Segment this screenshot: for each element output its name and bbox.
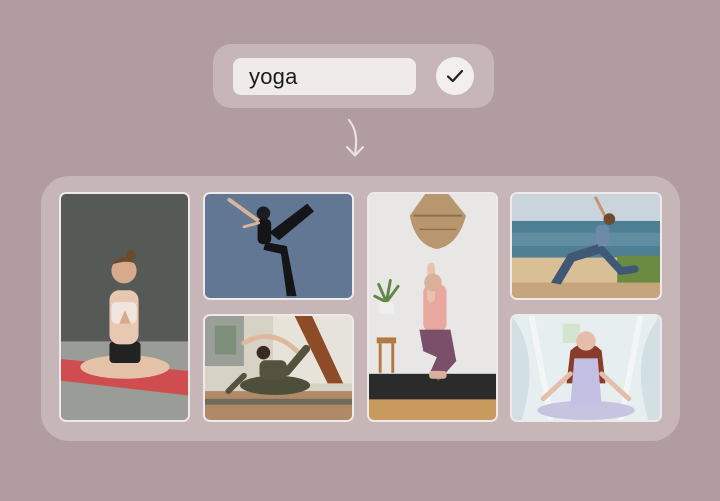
search-input[interactable]: yoga (233, 58, 416, 95)
gallery-image-4[interactable] (510, 192, 662, 300)
gallery-image-2[interactable] (203, 192, 354, 300)
arrow-down-icon (345, 118, 365, 157)
gallery-image-5[interactable] (203, 314, 354, 422)
image-gallery (41, 176, 680, 441)
search-bar: yoga (213, 44, 494, 108)
checkmark-icon (446, 69, 464, 83)
search-query-text: yoga (249, 63, 298, 89)
gallery-image-1[interactable] (59, 192, 190, 422)
gallery-image-3[interactable] (367, 192, 498, 422)
gallery-image-6[interactable] (510, 314, 662, 422)
confirm-button[interactable] (436, 57, 474, 95)
